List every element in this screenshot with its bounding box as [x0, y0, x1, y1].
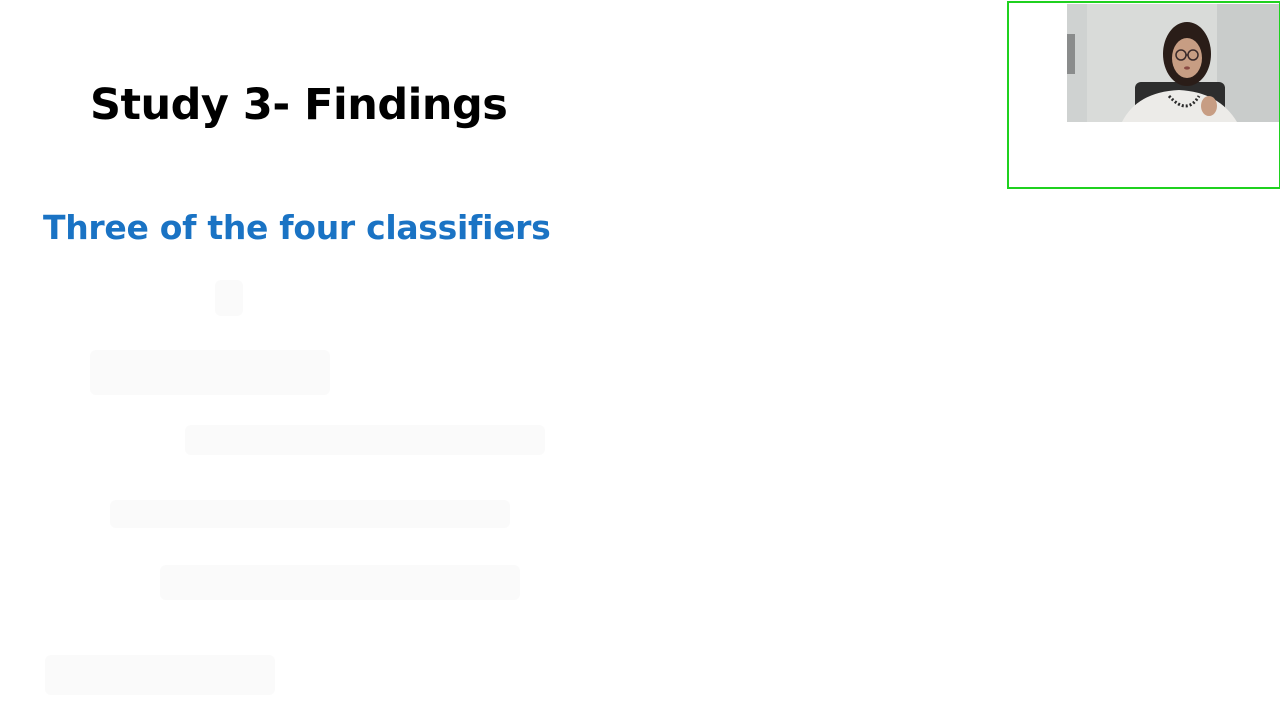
faded-content-block	[110, 500, 510, 528]
participant-video-icon	[1067, 4, 1279, 122]
slide-title: Study 3- Findings	[90, 80, 508, 130]
faded-content-block	[160, 565, 520, 600]
faded-content-block	[185, 425, 545, 455]
slide-subtitle: Three of the four classifiers	[43, 208, 551, 247]
faded-content-block	[90, 350, 330, 395]
faded-content-block	[215, 280, 243, 316]
faded-content-block	[45, 655, 275, 695]
speaker-video-tile[interactable]	[1007, 1, 1280, 189]
